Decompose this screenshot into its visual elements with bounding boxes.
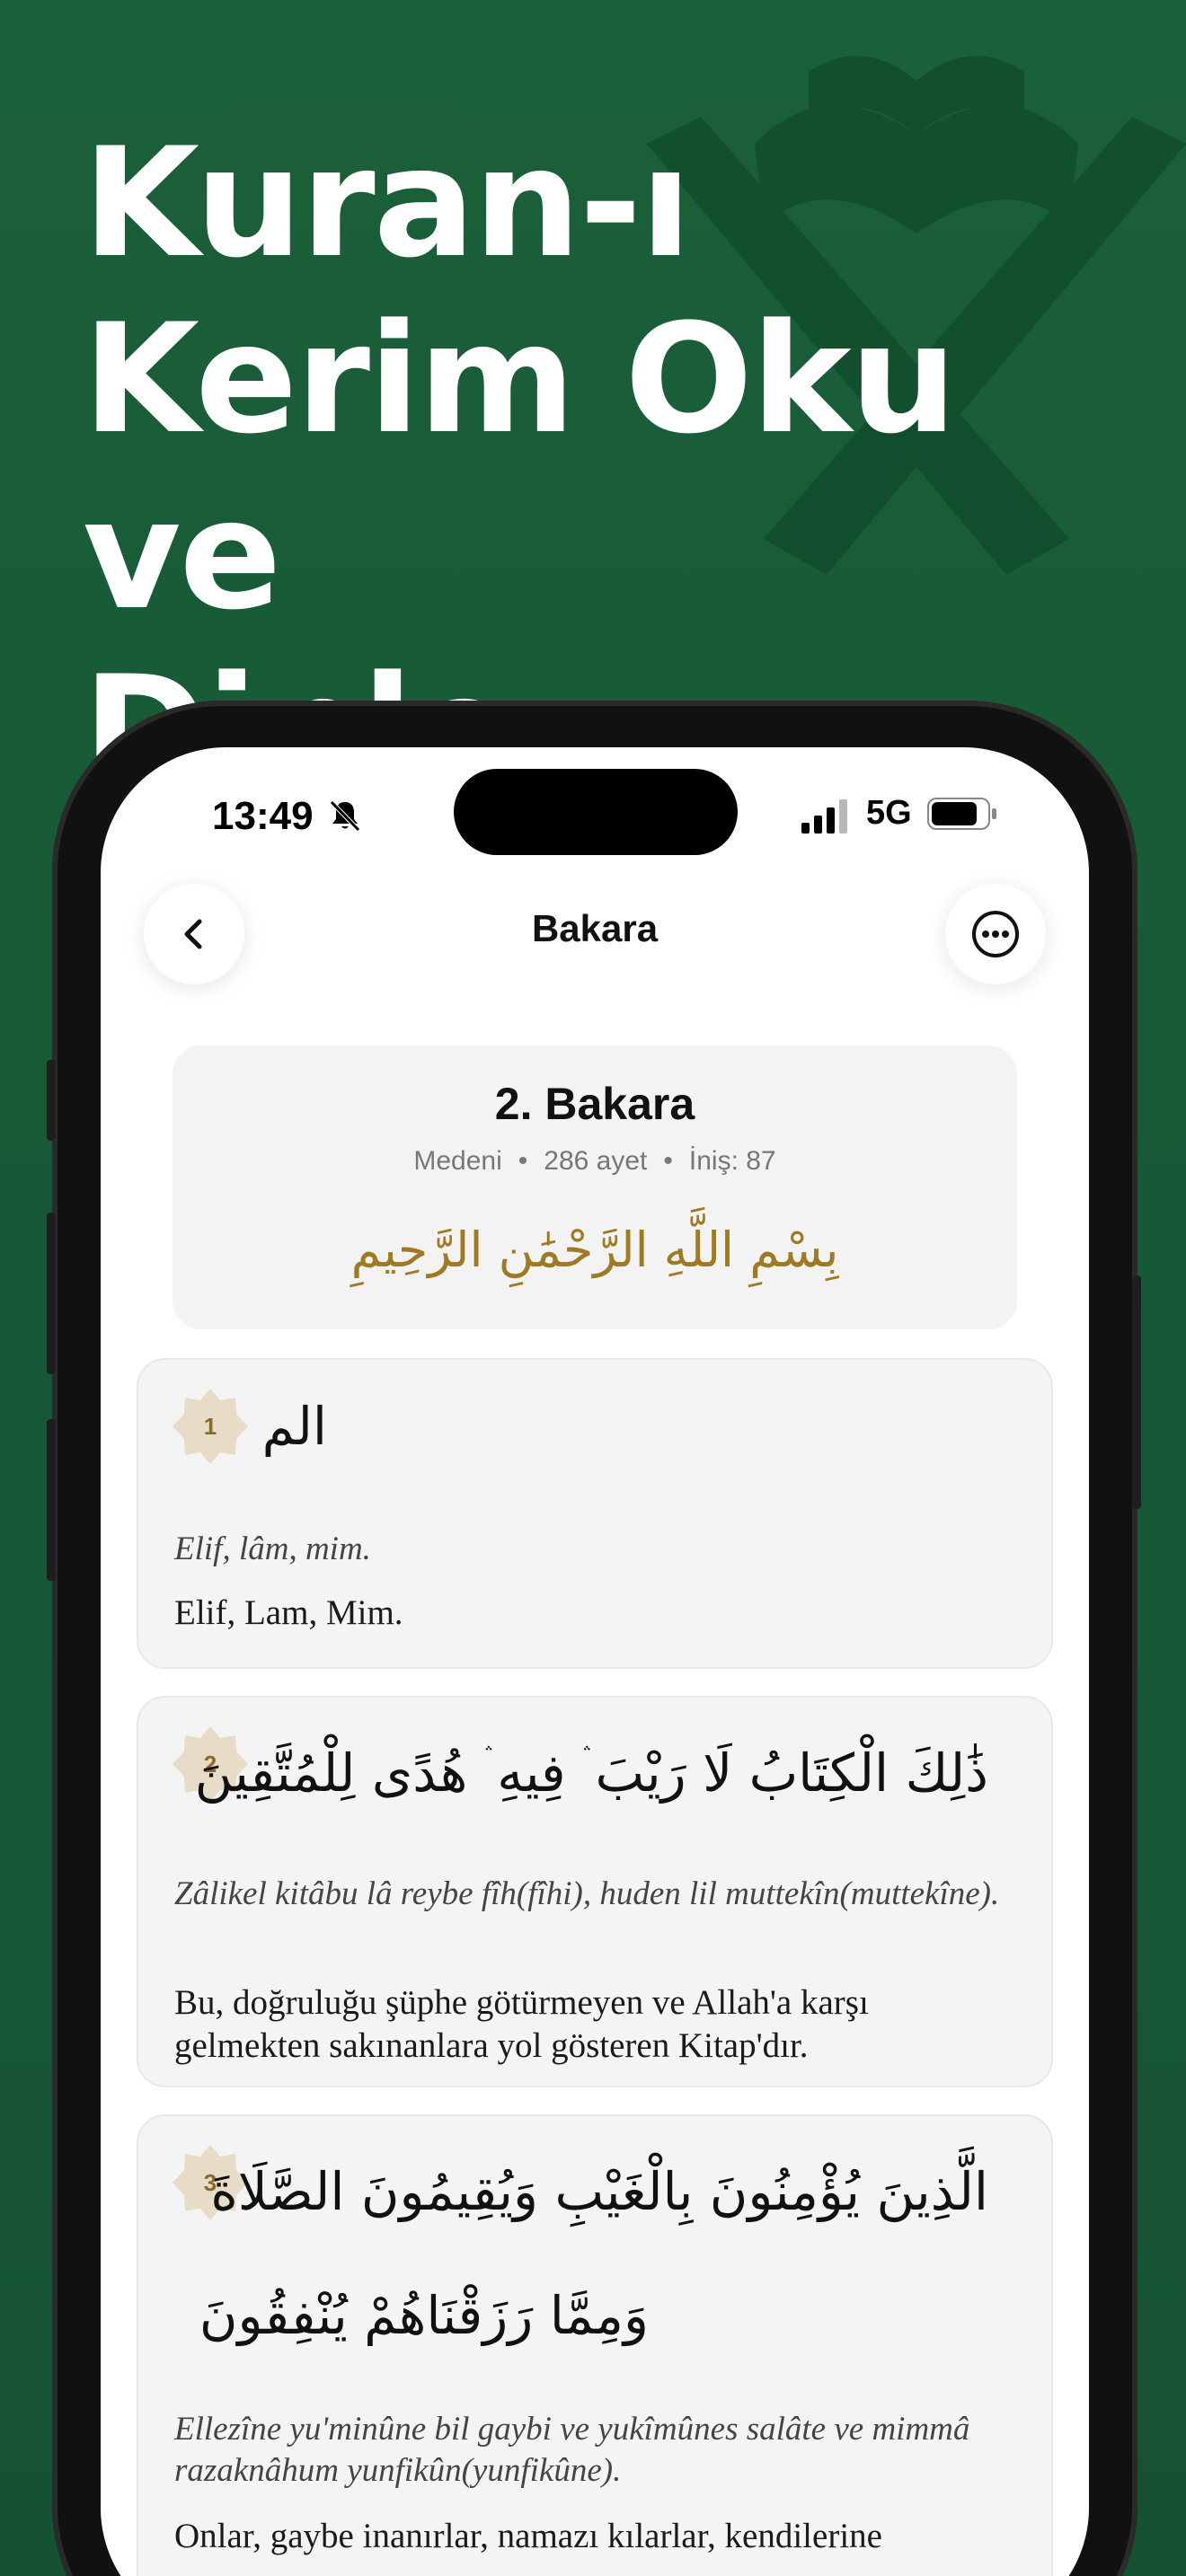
verse-arabic: الم — [261, 1396, 327, 1457]
status-bar: 13:49 5G — [101, 747, 1089, 882]
separator-dot: • — [518, 1146, 528, 1176]
verse-translation: Bu, doğruluğu şüphe götürmeyen ve Allah'… — [174, 1983, 869, 2065]
phone-power-button — [1132, 1275, 1141, 1509]
status-time: 13:49 — [212, 794, 314, 838]
verse-arabic: ذَٰلِكَ الْكِتَابُ لَا رَيْبَ ۛ فِيهِ ۛ … — [194, 1742, 988, 1804]
surah-revelation: İniş: 87 — [688, 1146, 776, 1176]
verse-arabic-line-2: وَمِمَّا رَزَقْنَاهُمْ يُنْفِقُونَ — [199, 2285, 649, 2346]
bell-slash-icon — [330, 800, 360, 832]
verse-transliteration: Elif, lâm, mim. — [174, 1531, 371, 1567]
signal-icon — [801, 799, 847, 834]
dynamic-island — [454, 769, 738, 855]
verse-transliteration: Zâlikel kitâbu lâ reybe fîh(fîhi), huden… — [174, 1875, 1000, 1912]
verse-number-badge: 1 — [171, 1387, 250, 1466]
verse-arabic-line-1: الَّذِينَ يُؤْمِنُونَ بِالْغَيْبِ وَيُقِ… — [210, 2161, 988, 2222]
headline-line-2: Kerim Oku ve — [83, 291, 957, 643]
phone-screen: 13:49 5G Bakara 2. Bakara Medeni • 286 a… — [101, 747, 1089, 2576]
surah-place: Medeni — [413, 1146, 502, 1176]
verse-number: 1 — [203, 1412, 217, 1440]
headline-line-1: Kuran-ı — [83, 115, 692, 291]
page-title: Bakara — [531, 907, 659, 949]
phone-side-button — [47, 1060, 56, 1141]
phone-volume-up — [47, 1213, 56, 1374]
surah-header-card: 2. Bakara Medeni • 286 ayet • İniş: 87 بِسْم… — [173, 1045, 1017, 1329]
separator-dot: • — [663, 1146, 673, 1176]
more-horizontal-icon — [972, 911, 1019, 957]
battery-icon — [927, 798, 996, 830]
verse-translation: Elif, Lam, Mim. — [174, 1593, 403, 1632]
surah-ayah-count: 286 ayet — [544, 1146, 648, 1176]
verse-translation: Onlar, gaybe inanırlar, namazı kılarlar,… — [174, 2517, 882, 2555]
verse-card[interactable]: 2 ذَٰلِكَ الْكِتَابُ لَا رَيْبَ ۛ فِيهِ … — [137, 1696, 1053, 2087]
verse-card[interactable]: 1 الم Elif, lâm, mim. Elif, Lam, Mim. — [137, 1358, 1053, 1669]
verse-transliteration: Ellezîne yu'minûne bil gaybi ve yukîmûne… — [174, 2411, 970, 2489]
more-button[interactable] — [945, 884, 1046, 984]
verse-card[interactable]: 3 الَّذِينَ يُؤْمِنُونَ بِالْغَيْبِ وَيُ… — [137, 2114, 1053, 2576]
navigation-bar: Bakara — [101, 873, 1089, 1008]
basmala: بِسْمِ اللَّهِ الرَّحْمَٰنِ الرَّحِيمِ — [350, 1222, 839, 1278]
surah-title: 2. Bakara — [494, 1079, 695, 1129]
network-label: 5G — [866, 794, 912, 832]
phone-volume-down — [47, 1419, 56, 1581]
surah-meta: Medeni • 286 ayet • İniş: 87 — [173, 1146, 1017, 1177]
